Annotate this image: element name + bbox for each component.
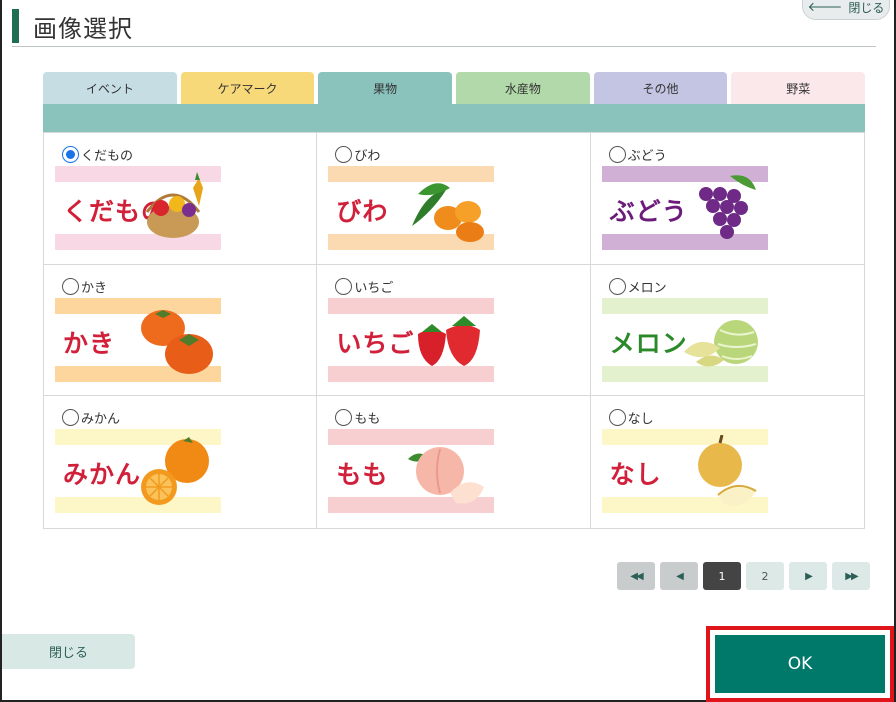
persimmon-icon xyxy=(141,309,213,374)
dialog-header: 画像選択 xyxy=(12,8,133,44)
tab-fruit[interactable]: 果物 xyxy=(318,72,453,105)
page-button-current[interactable]: 1 xyxy=(703,562,741,590)
option-radio-label[interactable]: もも xyxy=(335,408,380,427)
pagination: ◀◀ ◀ 1 2 ▶ ▶▶ xyxy=(617,562,870,590)
image-text: かき xyxy=(63,328,116,358)
fruit-image: メロン xyxy=(601,297,768,382)
option-label: かき xyxy=(81,280,108,296)
radio-button[interactable] xyxy=(62,146,79,163)
title-accent-bar xyxy=(12,9,19,43)
tab-other[interactable]: その他 xyxy=(593,72,728,105)
image-text: なし xyxy=(609,460,662,490)
option-label: いちご xyxy=(354,280,394,296)
option-label: ぶどう xyxy=(627,149,667,164)
fruit-image: びわ xyxy=(328,166,495,250)
option-label: びわ xyxy=(354,149,381,164)
radio-button[interactable] xyxy=(335,409,353,427)
title-divider xyxy=(12,46,876,47)
page-button[interactable]: 2 xyxy=(746,562,784,590)
fruit-image: みかん xyxy=(55,429,221,514)
image-option[interactable]: みかん みかん xyxy=(44,396,318,528)
option-label: メロン xyxy=(627,280,667,296)
image-text: みかん xyxy=(63,460,142,490)
fruit-image: もも xyxy=(328,429,495,514)
double-left-icon: ◀◀ xyxy=(630,570,643,582)
first-page-button[interactable]: ◀◀ xyxy=(617,562,655,590)
image-option[interactable]: メロン メロン xyxy=(590,265,864,397)
option-radio-label[interactable]: くだもの xyxy=(62,145,133,164)
left-icon: ◀ xyxy=(676,570,684,582)
tab-event[interactable]: イベント xyxy=(43,72,177,105)
double-right-icon: ▶▶ xyxy=(845,570,858,582)
option-label: もも xyxy=(354,412,381,428)
close-button[interactable]: 閉じる xyxy=(2,634,135,669)
radio-button[interactable] xyxy=(608,146,626,163)
option-label: くだもの xyxy=(81,149,134,164)
image-text: もも xyxy=(336,460,389,490)
fruit-image: なし xyxy=(601,429,768,514)
loquat-icon xyxy=(412,183,485,242)
option-radio-label[interactable]: かき xyxy=(62,277,107,296)
image-option[interactable]: いちご いちご xyxy=(317,264,591,397)
ok-button[interactable]: OK xyxy=(715,635,885,693)
top-close-label: 閉じる xyxy=(848,0,885,15)
option-label: なし xyxy=(627,412,654,428)
image-grid: くだもの くだもの びわ びわ ぶどう ぶどう かき かき いちご いちご メロ… xyxy=(43,132,865,529)
option-radio-label[interactable]: メロン xyxy=(608,277,667,296)
radio-button[interactable] xyxy=(62,409,79,427)
tab-label: ケアマーク xyxy=(217,82,278,96)
image-option[interactable]: なし なし xyxy=(591,396,864,528)
tab-label: 野菜 xyxy=(786,82,811,96)
option-radio-label[interactable]: みかん xyxy=(62,408,120,427)
option-radio-label[interactable]: びわ xyxy=(335,145,380,164)
tab-label: 水産物 xyxy=(504,82,541,96)
tab-label: その他 xyxy=(642,82,679,96)
option-radio-label[interactable]: なし xyxy=(608,408,654,428)
image-option[interactable]: びわ びわ xyxy=(317,133,591,265)
option-radio-label[interactable]: いちご xyxy=(335,277,393,296)
image-text: いちご xyxy=(336,328,415,358)
next-page-button[interactable]: ▶ xyxy=(789,562,827,590)
tab-label: 果物 xyxy=(373,82,398,96)
image-option[interactable]: もも もも xyxy=(317,396,591,528)
tab-vegetable[interactable]: 野菜 xyxy=(731,72,866,105)
page-title: 画像選択 xyxy=(33,14,133,43)
melon-icon xyxy=(683,319,758,367)
right-icon: ▶ xyxy=(805,570,813,582)
prev-page-button[interactable]: ◀ xyxy=(660,562,698,590)
active-tab-band xyxy=(43,104,865,132)
category-tabs: イベント ケアマーク 果物 水産物 その他 野菜 xyxy=(43,72,866,105)
mandarin-icon xyxy=(141,437,209,506)
option-label: みかん xyxy=(81,412,121,428)
radio-button[interactable] xyxy=(608,277,626,295)
fruit-image: かき xyxy=(55,297,221,382)
fruit-image: ぶどう xyxy=(601,166,768,250)
tab-seafood[interactable]: 水産物 xyxy=(456,72,590,105)
image-option[interactable]: ぶどう ぶどう xyxy=(590,133,864,265)
tab-care-mark[interactable]: ケアマーク xyxy=(180,72,315,105)
ok-highlight-box: OK xyxy=(706,626,894,702)
image-option[interactable]: かき かき xyxy=(44,264,318,397)
peach-icon xyxy=(408,447,485,504)
radio-button[interactable] xyxy=(608,409,626,427)
option-radio-label[interactable]: ぶどう xyxy=(608,145,667,164)
image-text: メロン xyxy=(609,328,688,358)
strawberry-icon xyxy=(418,315,481,366)
last-page-button[interactable]: ▶▶ xyxy=(832,562,870,590)
radio-button[interactable] xyxy=(335,146,353,163)
tab-label: イベント xyxy=(85,82,134,96)
image-text: ぶどう xyxy=(609,197,688,226)
grape-icon xyxy=(698,175,756,239)
fruit-basket-icon xyxy=(145,172,203,238)
fruit-image: いちご xyxy=(328,297,495,382)
image-option[interactable]: くだもの くだもの xyxy=(44,133,318,265)
arrow-left-icon: 🡐 xyxy=(807,0,843,15)
radio-button[interactable] xyxy=(62,277,79,295)
top-close-button[interactable]: 🡐 閉じる xyxy=(802,0,890,20)
fruit-image: くだもの xyxy=(55,166,221,250)
radio-button[interactable] xyxy=(335,277,353,295)
image-text: びわ xyxy=(336,197,389,226)
pear-icon xyxy=(697,435,757,507)
